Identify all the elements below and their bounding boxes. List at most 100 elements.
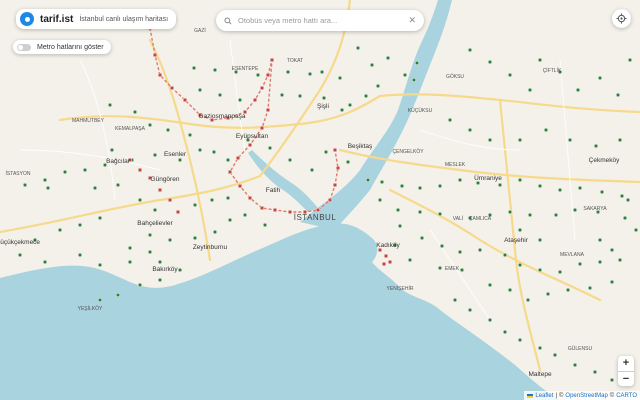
bus-stop-marker [98,263,102,267]
bus-stop-marker [503,330,507,334]
bus-stop-marker [396,208,400,212]
carto-link[interactable]: CARTO [616,393,637,399]
attribution-copy-2: © [609,392,615,399]
metro-stop-marker [247,142,253,148]
bus-stop-marker [378,198,382,202]
attribution-copy: © [559,392,564,399]
bus-stop-marker [320,70,324,74]
metro-stop-marker [387,259,393,265]
bus-stop-marker [618,258,622,262]
metro-stop-marker [235,155,241,161]
district-label: KEMALPAŞA [115,126,146,132]
bus-stop-marker [210,198,214,202]
district-label: EMEK [445,266,460,272]
district-label: MAHMUTBEY [72,118,105,124]
zoom-in-button[interactable]: + [618,356,634,372]
bus-stop-marker [438,184,442,188]
bus-stop-marker [628,58,632,62]
app-subtitle: İstanbul canlı ulaşım haritası [79,15,169,23]
bus-stop-marker [108,103,112,107]
search-bar: ✕ [216,10,424,31]
bus-stop-marker [356,46,360,50]
bus-stop-marker [148,233,152,237]
bus-stop-marker [153,153,157,157]
bus-stop-marker [468,128,472,132]
crosshair-icon [616,13,627,24]
bus-stop-marker [138,198,142,202]
metro-stop-marker [227,169,233,175]
bus-stop-marker [256,73,260,77]
bus-stop-marker [116,183,120,187]
metro-stop-marker [137,167,143,173]
bus-stop-marker [508,73,512,77]
metro-stop-marker [265,107,271,113]
bus-stop-marker [538,268,542,272]
bus-stop-marker [478,248,482,252]
bus-stop-marker [43,178,47,182]
bus-stop-marker [308,72,312,76]
metro-stop-marker [332,182,338,188]
toggle-switch[interactable] [17,43,31,51]
bus-stop-marker [128,246,132,250]
bus-stop-marker [468,48,472,52]
bus-stop-marker [503,253,507,257]
bus-stop-marker [468,308,472,312]
district-label: KÜÇÜKSU [408,107,433,114]
bus-stop-marker [158,260,162,264]
bus-stop-marker [598,260,602,264]
bus-stop-marker [618,138,622,142]
bus-stop-marker [418,210,422,214]
search-input[interactable] [236,15,409,26]
bus-stop-marker [538,346,542,350]
district-label: ÇİFTLİK [543,67,562,74]
place-label: Maltepe [528,371,552,378]
place-label: Gaziosmanpaşa [199,113,246,120]
osm-link[interactable]: OpenStreetMap [565,393,607,399]
district-label: GAZİ [194,27,206,34]
bus-stop-marker [218,93,222,97]
bus-stop-marker [58,228,62,232]
bus-stop-marker [412,78,416,82]
locate-button[interactable] [612,9,631,28]
bus-stop-marker [418,186,422,190]
bus-stop-marker [400,184,404,188]
place-label: Şişli [317,103,329,110]
bus-stop-marker [623,216,627,220]
bus-stop-marker [310,168,314,172]
bus-stop-marker [286,70,290,74]
bus-stop-marker [538,184,542,188]
brand-panel: tarif.ist İstanbul canlı ulaşım haritası [16,9,177,29]
leaflet-link[interactable]: Leaflet [535,393,553,399]
bus-stop-marker [116,293,120,297]
bus-stop-marker [610,248,614,252]
bus-stop-marker [43,260,47,264]
bus-stop-marker [518,138,522,142]
bus-stop-marker [78,253,82,257]
bus-stop-marker [226,196,230,200]
bus-stop-marker [228,218,232,222]
metro-toggle[interactable]: Metro hatlarını göster [13,40,111,54]
place-label: Bakırköy [152,266,178,273]
map[interactable]: Gaziosmanpaşa Eyüpsultan Esenler Bağcılar Gü… [0,0,640,400]
attribution: Leaflet | © OpenStreetMap © CARTO [524,391,640,400]
bus-stop-marker [198,148,202,152]
bus-stop-marker [588,286,592,290]
metro-stop-marker [237,183,243,189]
clear-search-icon[interactable]: ✕ [408,15,416,26]
bus-stop-marker [498,183,502,187]
bus-stop-marker [598,238,602,242]
bus-stop-marker [528,213,532,217]
bus-stop-marker [566,288,570,292]
metro-toggle-label: Metro hatlarını göster [37,43,104,51]
map-pin-icon [20,12,34,26]
district-label: ÇAMLICA [469,216,492,222]
bus-stop-marker [553,353,557,357]
bus-stop-marker [212,150,216,154]
metro-stop-marker [157,72,163,78]
bus-stop-marker [243,213,247,217]
zoom-out-button[interactable]: − [618,372,634,387]
bus-stop-marker [198,88,202,92]
bus-stop-marker [348,103,352,107]
metro-stop-marker [259,85,265,91]
bus-stop-marker [508,210,512,214]
